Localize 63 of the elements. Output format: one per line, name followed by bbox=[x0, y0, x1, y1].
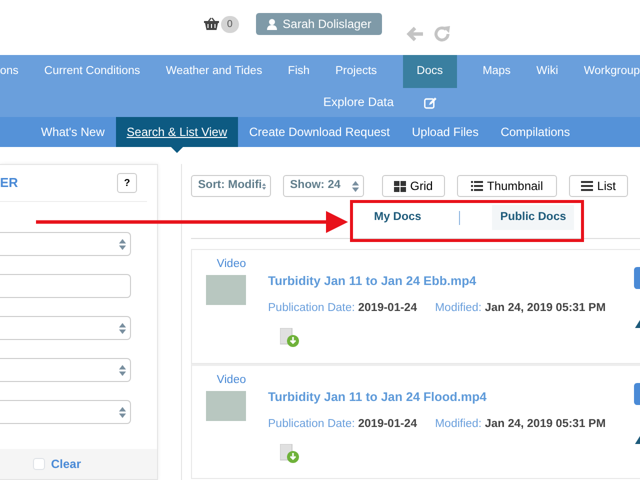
select-arrows-icon bbox=[262, 180, 266, 192]
document-type: Video bbox=[216, 375, 246, 386]
action-icon[interactable] bbox=[635, 320, 640, 328]
pointer-icon bbox=[170, 147, 183, 153]
action-icon[interactable] bbox=[635, 436, 640, 444]
modified-date: Modified: Jan 24, 2019 05:31 PM bbox=[434, 300, 606, 316]
nav-tab[interactable]: Projects bbox=[335, 55, 377, 88]
panel-title: ER bbox=[0, 174, 18, 192]
back-arrow-icon[interactable] bbox=[406, 26, 424, 42]
document-type: Video bbox=[216, 259, 246, 270]
download-file-icon[interactable] bbox=[280, 328, 300, 347]
basket-icon[interactable] bbox=[204, 17, 219, 30]
nav-tab[interactable]: ons bbox=[0, 55, 19, 88]
publication-date: Publication Date: 2019-01-24 bbox=[268, 416, 417, 432]
thumbnail-view-button[interactable]: Thumbnail bbox=[457, 175, 557, 197]
subnav-tab[interactable]: Compilations bbox=[490, 117, 581, 147]
nav-link[interactable]: Explore Data bbox=[323, 93, 394, 112]
list-icon bbox=[470, 181, 483, 191]
document-title-link[interactable]: Turbidity Jan 11 to Jan 24 Flood.mp4 bbox=[268, 388, 606, 407]
select-arrows-icon bbox=[119, 322, 126, 334]
clear-checkbox[interactable] bbox=[33, 458, 45, 470]
show-select[interactable]: Show: 24 bbox=[283, 175, 364, 197]
thumbnail-placeholder bbox=[206, 274, 246, 304]
docs-tab[interactable]: My Docs bbox=[366, 204, 430, 230]
document-title-link[interactable]: Turbidity Jan 11 to Jan 24 Ebb.mp4 bbox=[268, 272, 606, 291]
nav-tab[interactable]: Maps bbox=[482, 55, 511, 88]
thumbnail-placeholder bbox=[206, 390, 246, 420]
publication-date: Publication Date: 2019-01-24 bbox=[268, 300, 417, 316]
sort-select[interactable]: Sort: Modifi bbox=[191, 175, 271, 197]
download-file-icon[interactable] bbox=[280, 444, 300, 463]
select-field[interactable] bbox=[0, 358, 131, 382]
input-field[interactable] bbox=[0, 274, 131, 298]
select-arrows-icon bbox=[119, 364, 126, 376]
nav-tab[interactable]: Wiki bbox=[536, 55, 558, 88]
nav-tab[interactable]: Current Conditions bbox=[44, 55, 140, 88]
nav-tab[interactable]: Workgroup bbox=[584, 55, 640, 88]
list-view-button[interactable]: List bbox=[569, 175, 628, 197]
user-icon bbox=[266, 18, 277, 30]
select-field[interactable] bbox=[0, 400, 131, 424]
clear-link[interactable]: Clear bbox=[51, 455, 82, 473]
edit-icon[interactable] bbox=[424, 96, 437, 108]
nav-tab[interactable]: Docs bbox=[402, 55, 457, 88]
subnav-tab[interactable]: Create Download Request bbox=[238, 117, 401, 147]
help-button[interactable]: ? bbox=[117, 173, 137, 193]
grid-icon bbox=[394, 180, 406, 192]
nav-tab[interactable]: Fish bbox=[288, 55, 310, 88]
subnav-tab[interactable]: What's New bbox=[30, 117, 116, 147]
select-field[interactable] bbox=[0, 232, 131, 256]
select-arrows-icon bbox=[119, 406, 126, 418]
docs-tab[interactable]: Public Docs bbox=[492, 204, 574, 230]
subnav-tab[interactable]: Upload Files bbox=[400, 117, 490, 147]
select-field[interactable] bbox=[0, 316, 131, 340]
menu-lines-icon bbox=[581, 181, 594, 191]
select-arrows-icon bbox=[119, 238, 126, 250]
action-button[interactable] bbox=[634, 267, 640, 289]
modified-date: Modified: Jan 24, 2019 05:31 PM bbox=[434, 416, 606, 432]
select-arrows-icon bbox=[352, 180, 359, 192]
refresh-icon[interactable] bbox=[433, 25, 451, 43]
action-button[interactable] bbox=[634, 383, 640, 405]
nav-tab[interactable]: Weather and Tides bbox=[166, 55, 262, 88]
cart-count-badge: 0 bbox=[221, 16, 239, 33]
grid-view-button[interactable]: Grid bbox=[382, 175, 445, 197]
user-button[interactable]: Sarah Dolislager bbox=[256, 13, 382, 35]
